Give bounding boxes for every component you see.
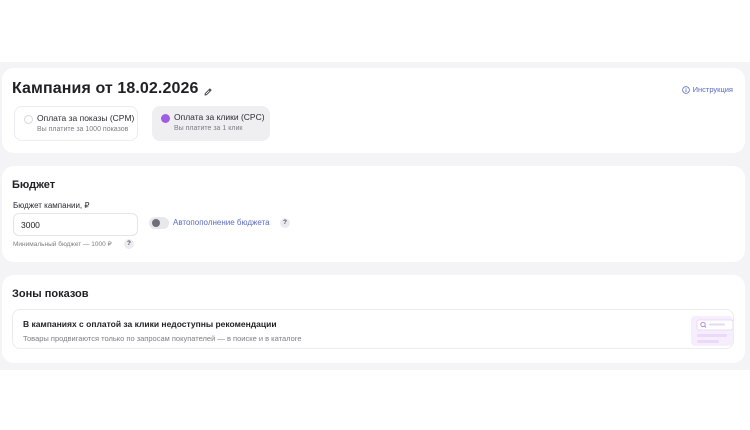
payment-option-subtitle: Вы платите за 1 клик: [174, 125, 243, 132]
payment-option-title: Оплата за клики (CPC): [174, 112, 265, 122]
instruction-label: Инструкция: [692, 85, 733, 94]
budget-input[interactable]: 3000: [13, 213, 138, 236]
help-icon[interactable]: ?: [124, 239, 134, 249]
campaign-card: Кампания от 18.02.2026 Инструкция Оплата…: [2, 68, 745, 153]
payment-option-cpm[interactable]: Оплата за показы (CPM) Вы платите за 100…: [14, 106, 138, 141]
pencil-icon[interactable]: [203, 84, 213, 96]
autofill-label[interactable]: Автопополнение бюджета: [173, 218, 270, 227]
search-results-illustration-icon: [691, 314, 733, 346]
zones-heading: Зоны показов: [12, 288, 89, 300]
budget-field-label: Бюджет кампании, ₽: [13, 201, 90, 210]
budget-card: Бюджет Бюджет кампании, ₽ 3000 Автопопол…: [2, 166, 745, 262]
radio-selected-icon[interactable]: [161, 114, 170, 123]
radio-unselected-icon[interactable]: [24, 115, 33, 124]
zones-card: Зоны показов В кампаниях с оплатой за кл…: [2, 275, 745, 363]
zones-notice: В кампаниях с оплатой за клики недоступн…: [12, 309, 734, 349]
page-title: Кампания от 18.02.2026: [12, 80, 199, 97]
payment-option-cpc[interactable]: Оплата за клики (CPC) Вы платите за 1 кл…: [152, 106, 270, 141]
help-icon[interactable]: ?: [280, 218, 290, 228]
notice-text: Товары продвигаются только по запросам п…: [23, 334, 302, 343]
budget-heading: Бюджет: [12, 179, 56, 191]
info-icon: [681, 85, 690, 94]
autofill-toggle[interactable]: [149, 217, 169, 229]
payment-option-title: Оплата за показы (CPM): [37, 113, 135, 123]
instruction-link[interactable]: Инструкция: [681, 85, 733, 94]
min-budget-note: Минимальный бюджет — 1000 ₽: [13, 241, 112, 248]
title-row: Кампания от 18.02.2026: [12, 80, 213, 98]
notice-title: В кампаниях с оплатой за клики недоступн…: [23, 319, 277, 329]
payment-option-subtitle: Вы платите за 1000 показов: [37, 126, 129, 133]
toggle-knob: [152, 219, 160, 227]
